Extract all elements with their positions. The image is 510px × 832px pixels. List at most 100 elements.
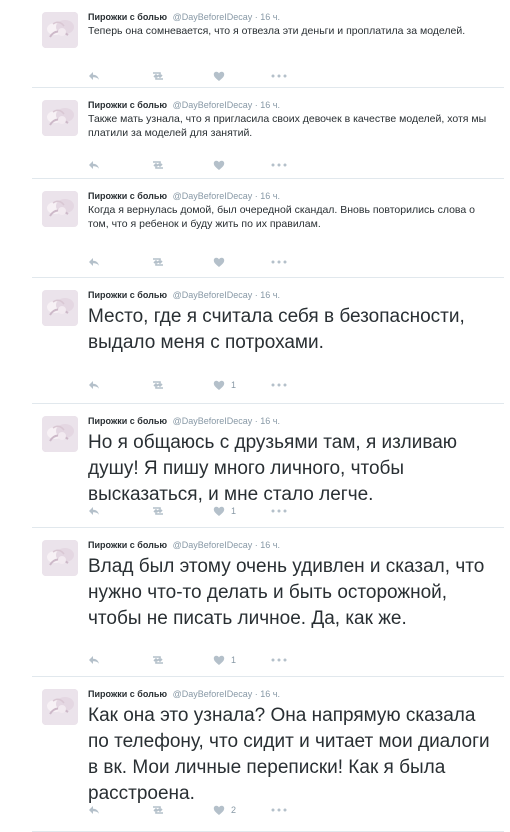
author-name[interactable]: Пирожки с болью [88, 540, 167, 550]
tweet-card[interactable]: Пирожки с болью @DayBeforeIDecay · 16 ч.… [0, 677, 504, 832]
author-handle[interactable]: @DayBeforeIDecay [173, 540, 253, 550]
author-handle[interactable]: @DayBeforeIDecay [173, 191, 253, 201]
tweet-time[interactable]: 16 ч. [260, 100, 280, 110]
heart-icon [213, 257, 225, 267]
author-name[interactable]: Пирожки с болью [88, 689, 167, 699]
more-button[interactable] [271, 803, 287, 817]
retweet-button[interactable] [150, 255, 166, 269]
tweet-card[interactable]: Пирожки с болью @DayBeforeIDecay · 16 ч.… [0, 528, 504, 677]
more-button[interactable] [271, 378, 287, 392]
retweet-button[interactable] [150, 378, 166, 392]
tweet-text: Влад был этому очень удивлен и сказал, ч… [88, 556, 485, 629]
author-handle[interactable]: @DayBeforeIDecay [173, 689, 253, 699]
tweet-header: Пирожки с болью @DayBeforeIDecay · 16 ч. [88, 11, 496, 23]
like-button[interactable]: 1 [213, 504, 236, 518]
reply-icon [89, 381, 99, 389]
tweet-actions: 2 [88, 803, 496, 817]
retweet-icon [153, 507, 163, 515]
tweet-card[interactable]: Пирожки с болью @DayBeforeIDecay · 16 ч.… [0, 278, 504, 404]
more-icon [271, 509, 287, 513]
reply-button[interactable] [88, 255, 100, 269]
author-name[interactable]: Пирожки с болью [88, 191, 167, 201]
avatar[interactable] [42, 689, 78, 725]
reply-icon [89, 806, 99, 814]
tweet-actions: 1 [88, 504, 496, 518]
like-button[interactable] [213, 158, 231, 172]
avatar-image [42, 12, 78, 48]
more-icon [271, 74, 287, 78]
tweet-time[interactable]: 16 ч. [260, 191, 280, 201]
like-button[interactable] [213, 255, 231, 269]
tweet-text: Но я общаюсь с друзьями там, я изливаю д… [88, 432, 458, 505]
tweet-card[interactable]: Пирожки с болью @DayBeforeIDecay · 16 ч.… [0, 404, 504, 528]
retweet-icon [153, 161, 163, 169]
tweet-text: Как она это узнала? Она напрямую сказала… [88, 705, 490, 804]
avatar-image [42, 416, 78, 452]
tweet-time[interactable]: 16 ч. [260, 290, 280, 300]
avatar[interactable] [42, 12, 78, 48]
like-button[interactable]: 1 [213, 378, 236, 392]
retweet-icon [153, 656, 163, 664]
tweet-actions [88, 158, 496, 172]
heart-icon [213, 655, 225, 665]
retweet-button[interactable] [150, 803, 166, 817]
author-handle[interactable]: @DayBeforeIDecay [173, 416, 253, 426]
more-icon [271, 260, 287, 264]
reply-icon [89, 161, 99, 169]
tweet-header: Пирожки с болью @DayBeforeIDecay · 16 ч. [88, 99, 496, 111]
author-name[interactable]: Пирожки с болью [88, 100, 167, 110]
more-button[interactable] [271, 158, 287, 172]
avatar[interactable] [42, 100, 78, 136]
avatar[interactable] [42, 191, 78, 227]
tweet-actions [88, 69, 496, 83]
author-name[interactable]: Пирожки с болью [88, 290, 167, 300]
reply-icon [89, 507, 99, 515]
like-button[interactable]: 2 [213, 803, 236, 817]
author-name[interactable]: Пирожки с болью [88, 12, 167, 22]
retweet-icon [153, 72, 163, 80]
author-name[interactable]: Пирожки с болью [88, 416, 167, 426]
tweet-time[interactable]: 16 ч. [260, 12, 280, 22]
more-button[interactable] [271, 504, 287, 518]
tweet-header: Пирожки с болью @DayBeforeIDecay · 16 ч. [88, 289, 496, 301]
retweet-button[interactable] [150, 653, 166, 667]
like-button[interactable] [213, 69, 231, 83]
tweet-card[interactable]: Пирожки с болью @DayBeforeIDecay · 16 ч.… [0, 88, 504, 179]
author-handle[interactable]: @DayBeforeIDecay [173, 12, 253, 22]
tweet-card[interactable]: Пирожки с болью @DayBeforeIDecay · 16 ч.… [0, 179, 504, 278]
like-count: 2 [231, 805, 237, 815]
more-button[interactable] [271, 69, 287, 83]
retweet-button[interactable] [150, 158, 166, 172]
reply-icon [89, 258, 99, 266]
reply-icon [89, 656, 99, 664]
retweet-icon [153, 806, 163, 814]
avatar[interactable] [42, 416, 78, 452]
retweet-icon [153, 258, 163, 266]
tweet-card[interactable]: Пирожки с болью @DayBeforeIDecay · 16 ч.… [0, 0, 504, 88]
tweet-actions [88, 255, 496, 269]
more-button[interactable] [271, 255, 287, 269]
avatar[interactable] [42, 540, 78, 576]
tweet-time[interactable]: 16 ч. [260, 416, 280, 426]
reply-button[interactable] [88, 158, 100, 172]
reply-button[interactable] [88, 69, 100, 83]
separator: · [254, 290, 258, 300]
tweet-text: Также мать узнала, что я пригласила свои… [88, 113, 487, 139]
author-handle[interactable]: @DayBeforeIDecay [173, 100, 253, 110]
heart-icon [213, 805, 225, 815]
reply-button[interactable] [88, 653, 100, 667]
tweet-text: Когда я вернулась домой, был очередной с… [88, 204, 475, 230]
more-button[interactable] [271, 653, 287, 667]
reply-button[interactable] [88, 504, 100, 518]
like-button[interactable]: 1 [213, 653, 236, 667]
tweet-time[interactable]: 16 ч. [260, 689, 280, 699]
separator: · [254, 191, 258, 201]
retweet-button[interactable] [150, 504, 166, 518]
reply-button[interactable] [88, 378, 100, 392]
retweet-button[interactable] [150, 69, 166, 83]
reply-button[interactable] [88, 803, 100, 817]
author-handle[interactable]: @DayBeforeIDecay [173, 290, 253, 300]
avatar[interactable] [42, 290, 78, 326]
like-count: 1 [231, 506, 237, 516]
tweet-time[interactable]: 16 ч. [260, 540, 280, 550]
